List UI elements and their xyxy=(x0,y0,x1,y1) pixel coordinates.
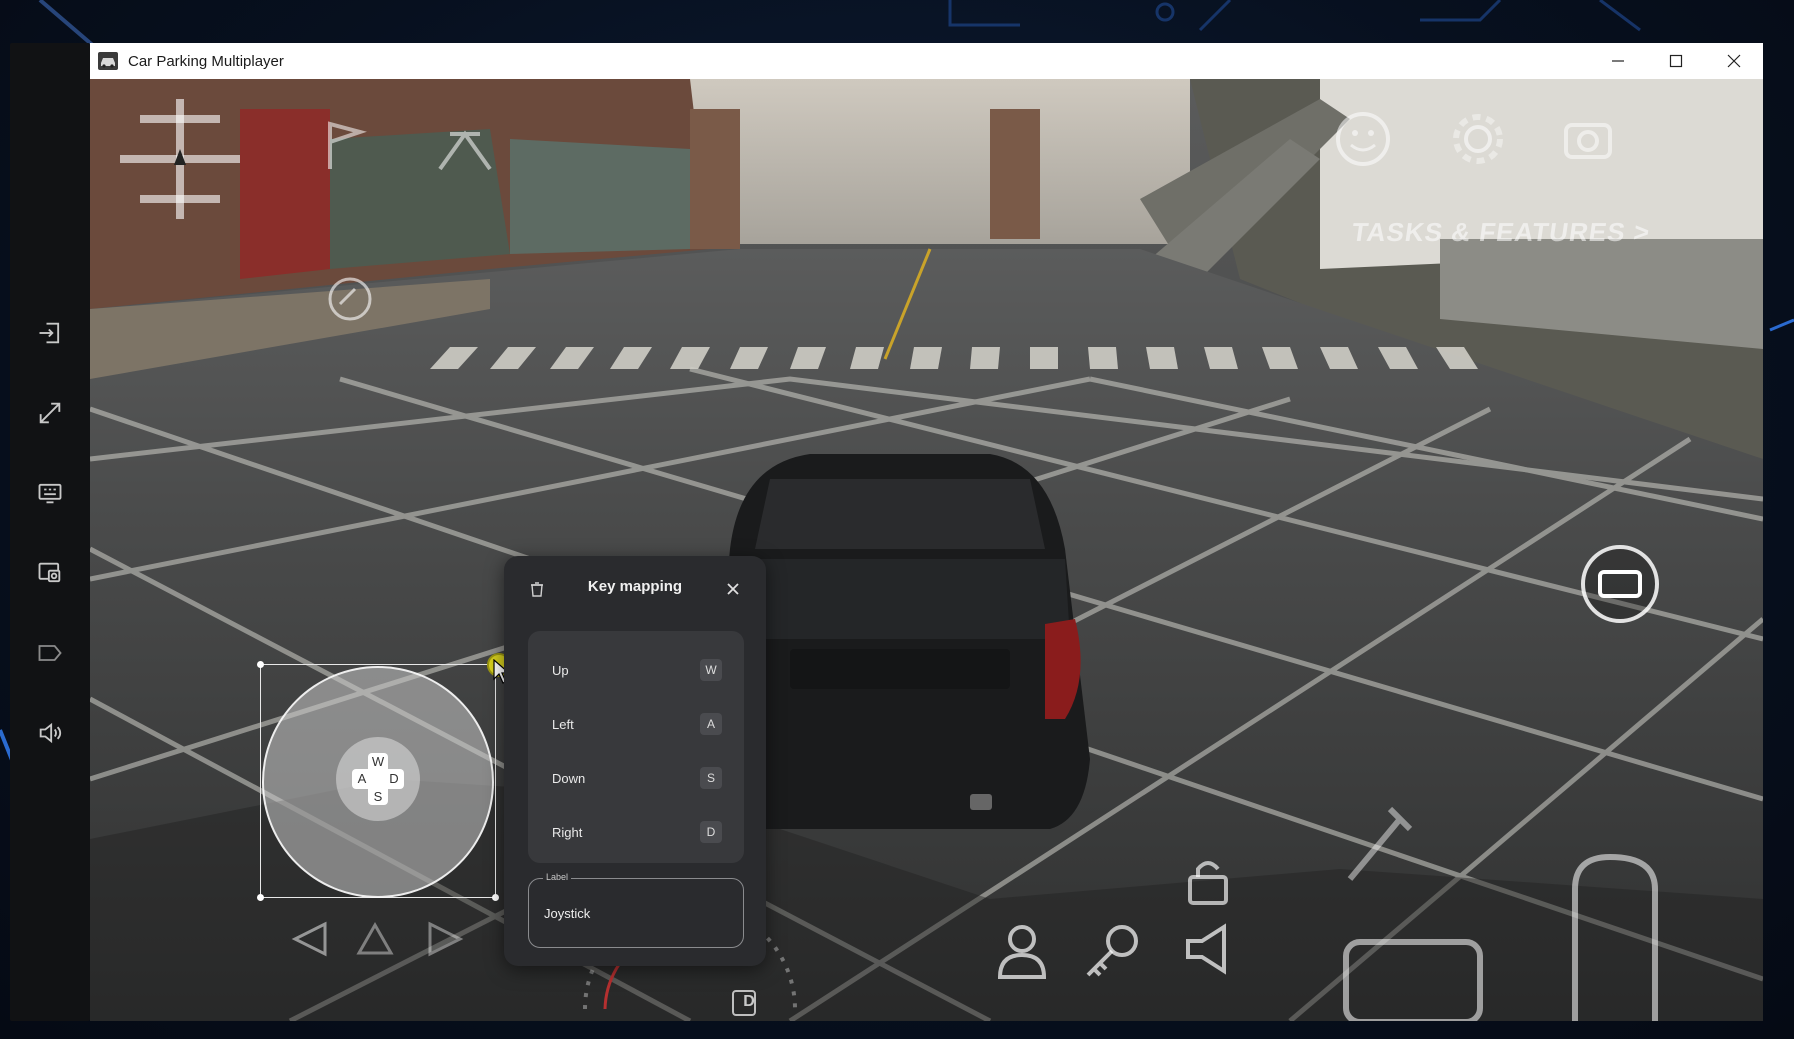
gear-indicator: D xyxy=(743,993,755,1010)
label-field-legend: Label xyxy=(543,872,572,882)
horn-icon[interactable] xyxy=(1182,921,1238,977)
keyboard-mapping-icon[interactable] xyxy=(28,471,72,515)
camera-view-toggle-icon[interactable] xyxy=(1578,542,1662,626)
joystick-selection-frame[interactable]: W A D S xyxy=(257,661,499,901)
flag-icon[interactable] xyxy=(320,114,370,174)
sign-in-icon[interactable] xyxy=(28,311,72,355)
side-toolbar xyxy=(10,43,90,1021)
settings-gear-icon[interactable] xyxy=(1448,109,1508,169)
gas-pedal-icon[interactable] xyxy=(1560,849,1670,1021)
player-car xyxy=(709,454,1090,829)
steering-icon[interactable] xyxy=(325,274,375,324)
minimize-icon[interactable] xyxy=(1589,43,1647,79)
panel-header: Key mapping xyxy=(504,556,766,616)
mapping-key-badge[interactable]: W xyxy=(700,659,722,681)
mapping-row-left[interactable]: Left A xyxy=(528,697,744,751)
title-bar: Car Parking Multiplayer xyxy=(90,43,1763,79)
maximize-icon[interactable] xyxy=(1647,43,1705,79)
car-app-icon xyxy=(98,52,118,70)
label-field-value[interactable]: Joystick xyxy=(544,906,590,921)
dpad-key-up: W xyxy=(371,754,385,769)
close-icon[interactable] xyxy=(1705,43,1763,79)
close-icon[interactable] xyxy=(724,580,742,598)
mapping-label: Up xyxy=(552,662,569,678)
screenshot-icon[interactable] xyxy=(28,551,72,595)
mapping-key-badge[interactable]: A xyxy=(700,713,722,735)
person-icon[interactable] xyxy=(994,921,1050,981)
mapping-key-badge[interactable]: S xyxy=(700,767,722,789)
tasks-features-link[interactable]: TASKS & FEATURES > xyxy=(1350,217,1652,248)
mapping-row-right[interactable]: Right D xyxy=(528,805,744,859)
lock-icon[interactable] xyxy=(1182,855,1234,907)
camera-icon[interactable] xyxy=(1558,109,1618,169)
resize-handle[interactable] xyxy=(257,661,264,668)
window-title: Car Parking Multiplayer xyxy=(128,52,284,70)
minimap-icon[interactable] xyxy=(100,89,260,229)
label-input[interactable]: Label Joystick xyxy=(528,872,744,948)
label-icon[interactable] xyxy=(28,631,72,675)
hazard-icon[interactable] xyxy=(355,919,395,959)
turn-left-signal-icon[interactable] xyxy=(285,919,335,959)
key-mapping-panel: Key mapping Up W Left A Down S Right D L… xyxy=(504,556,766,966)
game-viewport[interactable]: TASKS & FEATURES > D W A D S Key mapping… xyxy=(90,79,1763,1021)
mapping-row-up[interactable]: Up W xyxy=(528,643,744,697)
turn-right-signal-icon[interactable] xyxy=(420,919,470,959)
mapping-row-down[interactable]: Down S xyxy=(528,751,744,805)
brake-pedal-icon[interactable] xyxy=(1338,934,1488,1021)
mapping-list: Up W Left A Down S Right D xyxy=(528,631,744,863)
mapping-label: Left xyxy=(552,716,574,732)
volume-icon[interactable] xyxy=(28,711,72,755)
resize-handle[interactable] xyxy=(257,894,264,901)
dpad-key-right: D xyxy=(389,771,399,786)
emoji-icon[interactable] xyxy=(1333,109,1393,169)
mapping-label: Right xyxy=(552,824,583,840)
mapping-key-badge[interactable]: D xyxy=(700,821,722,843)
mapping-label: Down xyxy=(552,770,586,786)
expand-icon[interactable] xyxy=(28,391,72,435)
app-window: Car Parking Multiplayer TASKS & FEATURES… xyxy=(90,43,1763,1021)
race-flags-icon[interactable] xyxy=(430,114,500,174)
car-key-icon[interactable] xyxy=(1080,921,1144,981)
handbrake-icon[interactable] xyxy=(1340,799,1420,889)
dpad-key-down: S xyxy=(373,789,383,804)
resize-handle[interactable] xyxy=(492,894,499,901)
dpad-icon: W A D S xyxy=(352,753,404,805)
dpad-key-left: A xyxy=(357,771,367,786)
